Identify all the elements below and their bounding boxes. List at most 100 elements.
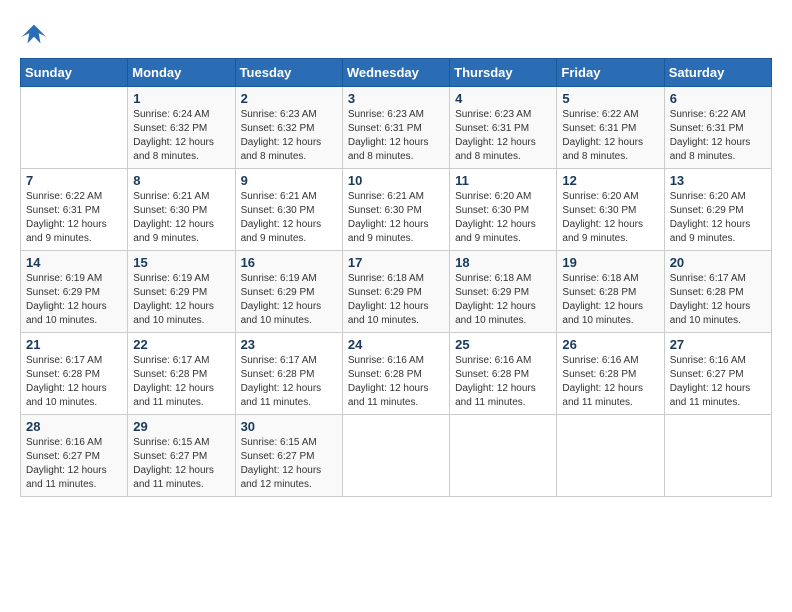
day-number: 28 <box>26 419 122 434</box>
day-info: Sunrise: 6:20 AM Sunset: 6:30 PM Dayligh… <box>562 190 658 246</box>
day-number: 6 <box>670 91 766 106</box>
day-number: 11 <box>455 173 551 188</box>
calendar-cell: 15 Sunrise: 6:19 AM Sunset: 6:29 PM Dayli… <box>128 251 235 333</box>
day-info: Sunrise: 6:24 AM Sunset: 6:32 PM Dayligh… <box>133 108 229 164</box>
day-number: 29 <box>133 419 229 434</box>
day-number: 25 <box>455 337 551 352</box>
day-number: 20 <box>670 255 766 270</box>
day-number: 21 <box>26 337 122 352</box>
day-number: 15 <box>133 255 229 270</box>
weekday-header: Saturday <box>664 59 771 87</box>
calendar-cell: 17Sunrise: 6:18 AM Sunset: 6:29 PM Dayli… <box>342 251 449 333</box>
day-info: Sunrise: 6:16 AM Sunset: 6:27 PM Dayligh… <box>26 436 122 492</box>
calendar-cell: 2Sunrise: 6:23 AM Sunset: 6:32 PM Daylig… <box>235 87 342 169</box>
calendar-cell: 1 Sunrise: 6:24 AM Sunset: 6:32 PM Daylig… <box>128 87 235 169</box>
weekday-header: Friday <box>557 59 664 87</box>
day-info: Sunrise: 6:22 AM Sunset: 6:31 PM Dayligh… <box>562 108 658 164</box>
weekday-header: Wednesday <box>342 59 449 87</box>
day-number: 22 <box>133 337 229 352</box>
day-number: 27 <box>670 337 766 352</box>
day-info: Sunrise: 6:17 AM Sunset: 6:28 PM Dayligh… <box>133 354 229 410</box>
day-info: Sunrise: 6:22 AM Sunset: 6:31 PM Dayligh… <box>26 190 122 246</box>
day-number: 14 <box>26 255 122 270</box>
day-number: 3 <box>348 91 444 106</box>
day-number: 8 <box>133 173 229 188</box>
calendar-cell: 8Sunrise: 6:21 AM Sunset: 6:30 PM Daylig… <box>128 169 235 251</box>
calendar-cell: 11 Sunrise: 6:20 AM Sunset: 6:30 PM Dayli… <box>450 169 557 251</box>
day-info: Sunrise: 6:16 AM Sunset: 6:28 PM Dayligh… <box>348 354 444 410</box>
calendar-body: 1 Sunrise: 6:24 AM Sunset: 6:32 PM Daylig… <box>21 87 772 497</box>
calendar-cell: 13 Sunrise: 6:20 AM Sunset: 6:29 PM Dayli… <box>664 169 771 251</box>
day-number: 1 <box>133 91 229 106</box>
day-number: 16 <box>241 255 337 270</box>
day-number: 19 <box>562 255 658 270</box>
calendar-cell <box>21 87 128 169</box>
calendar-cell: 6 Sunrise: 6:22 AM Sunset: 6:31 PM Daylig… <box>664 87 771 169</box>
day-info: Sunrise: 6:19 AM Sunset: 6:29 PM Dayligh… <box>241 272 337 328</box>
day-info: Sunrise: 6:20 AM Sunset: 6:29 PM Dayligh… <box>670 190 766 246</box>
calendar-cell: 16 Sunrise: 6:19 AM Sunset: 6:29 PM Dayli… <box>235 251 342 333</box>
day-number: 9 <box>241 173 337 188</box>
day-info: Sunrise: 6:23 AM Sunset: 6:31 PM Dayligh… <box>348 108 444 164</box>
calendar-cell: 5 Sunrise: 6:22 AM Sunset: 6:31 PM Daylig… <box>557 87 664 169</box>
day-info: Sunrise: 6:18 AM Sunset: 6:29 PM Dayligh… <box>455 272 551 328</box>
logo <box>20 20 52 48</box>
day-info: Sunrise: 6:16 AM Sunset: 6:28 PM Dayligh… <box>455 354 551 410</box>
calendar-cell: 10Sunrise: 6:21 AM Sunset: 6:30 PM Dayli… <box>342 169 449 251</box>
calendar-week-row: 21 Sunrise: 6:17 AM Sunset: 6:28 PM Dayli… <box>21 333 772 415</box>
calendar-cell: 22 Sunrise: 6:17 AM Sunset: 6:28 PM Dayli… <box>128 333 235 415</box>
day-number: 24 <box>348 337 444 352</box>
calendar-cell: 7Sunrise: 6:22 AM Sunset: 6:31 PM Daylig… <box>21 169 128 251</box>
calendar-cell: 18 Sunrise: 6:18 AM Sunset: 6:29 PM Dayli… <box>450 251 557 333</box>
calendar-cell: 30Sunrise: 6:15 AM Sunset: 6:27 PM Dayli… <box>235 415 342 497</box>
weekday-row: SundayMondayTuesdayWednesdayThursdayFrid… <box>21 59 772 87</box>
day-info: Sunrise: 6:18 AM Sunset: 6:28 PM Dayligh… <box>562 272 658 328</box>
calendar-cell: 25 Sunrise: 6:16 AM Sunset: 6:28 PM Dayli… <box>450 333 557 415</box>
day-number: 23 <box>241 337 337 352</box>
day-info: Sunrise: 6:16 AM Sunset: 6:28 PM Dayligh… <box>562 354 658 410</box>
day-info: Sunrise: 6:17 AM Sunset: 6:28 PM Dayligh… <box>241 354 337 410</box>
calendar-cell: 12 Sunrise: 6:20 AM Sunset: 6:30 PM Dayli… <box>557 169 664 251</box>
weekday-header: Thursday <box>450 59 557 87</box>
day-info: Sunrise: 6:19 AM Sunset: 6:29 PM Dayligh… <box>133 272 229 328</box>
day-number: 12 <box>562 173 658 188</box>
day-info: Sunrise: 6:23 AM Sunset: 6:31 PM Dayligh… <box>455 108 551 164</box>
calendar-header: SundayMondayTuesdayWednesdayThursdayFrid… <box>21 59 772 87</box>
calendar-cell: 27 Sunrise: 6:16 AM Sunset: 6:27 PM Dayli… <box>664 333 771 415</box>
day-info: Sunrise: 6:22 AM Sunset: 6:31 PM Dayligh… <box>670 108 766 164</box>
day-number: 4 <box>455 91 551 106</box>
day-info: Sunrise: 6:19 AM Sunset: 6:29 PM Dayligh… <box>26 272 122 328</box>
day-info: Sunrise: 6:21 AM Sunset: 6:30 PM Dayligh… <box>241 190 337 246</box>
day-number: 5 <box>562 91 658 106</box>
calendar-week-row: 28 Sunrise: 6:16 AM Sunset: 6:27 PM Dayli… <box>21 415 772 497</box>
day-number: 13 <box>670 173 766 188</box>
day-info: Sunrise: 6:17 AM Sunset: 6:28 PM Dayligh… <box>670 272 766 328</box>
calendar-week-row: 7Sunrise: 6:22 AM Sunset: 6:31 PM Daylig… <box>21 169 772 251</box>
day-number: 2 <box>241 91 337 106</box>
calendar-cell: 28 Sunrise: 6:16 AM Sunset: 6:27 PM Dayli… <box>21 415 128 497</box>
calendar-cell: 20 Sunrise: 6:17 AM Sunset: 6:28 PM Dayli… <box>664 251 771 333</box>
weekday-header: Tuesday <box>235 59 342 87</box>
calendar-cell <box>664 415 771 497</box>
day-info: Sunrise: 6:20 AM Sunset: 6:30 PM Dayligh… <box>455 190 551 246</box>
day-number: 26 <box>562 337 658 352</box>
day-number: 17 <box>348 255 444 270</box>
weekday-header: Monday <box>128 59 235 87</box>
day-info: Sunrise: 6:16 AM Sunset: 6:27 PM Dayligh… <box>670 354 766 410</box>
day-info: Sunrise: 6:15 AM Sunset: 6:27 PM Dayligh… <box>133 436 229 492</box>
calendar-table: SundayMondayTuesdayWednesdayThursdayFrid… <box>20 58 772 497</box>
weekday-header: Sunday <box>21 59 128 87</box>
calendar-cell <box>342 415 449 497</box>
calendar-cell: 19 Sunrise: 6:18 AM Sunset: 6:28 PM Dayli… <box>557 251 664 333</box>
calendar-cell <box>557 415 664 497</box>
calendar-cell: 14 Sunrise: 6:19 AM Sunset: 6:29 PM Dayli… <box>21 251 128 333</box>
calendar-week-row: 1 Sunrise: 6:24 AM Sunset: 6:32 PM Daylig… <box>21 87 772 169</box>
calendar-cell: 9 Sunrise: 6:21 AM Sunset: 6:30 PM Daylig… <box>235 169 342 251</box>
day-info: Sunrise: 6:15 AM Sunset: 6:27 PM Dayligh… <box>241 436 337 492</box>
calendar-cell: 24 Sunrise: 6:16 AM Sunset: 6:28 PM Dayli… <box>342 333 449 415</box>
day-number: 18 <box>455 255 551 270</box>
calendar-cell: 29 Sunrise: 6:15 AM Sunset: 6:27 PM Dayli… <box>128 415 235 497</box>
day-info: Sunrise: 6:17 AM Sunset: 6:28 PM Dayligh… <box>26 354 122 410</box>
calendar-cell: 23 Sunrise: 6:17 AM Sunset: 6:28 PM Dayli… <box>235 333 342 415</box>
calendar-cell: 26 Sunrise: 6:16 AM Sunset: 6:28 PM Dayli… <box>557 333 664 415</box>
